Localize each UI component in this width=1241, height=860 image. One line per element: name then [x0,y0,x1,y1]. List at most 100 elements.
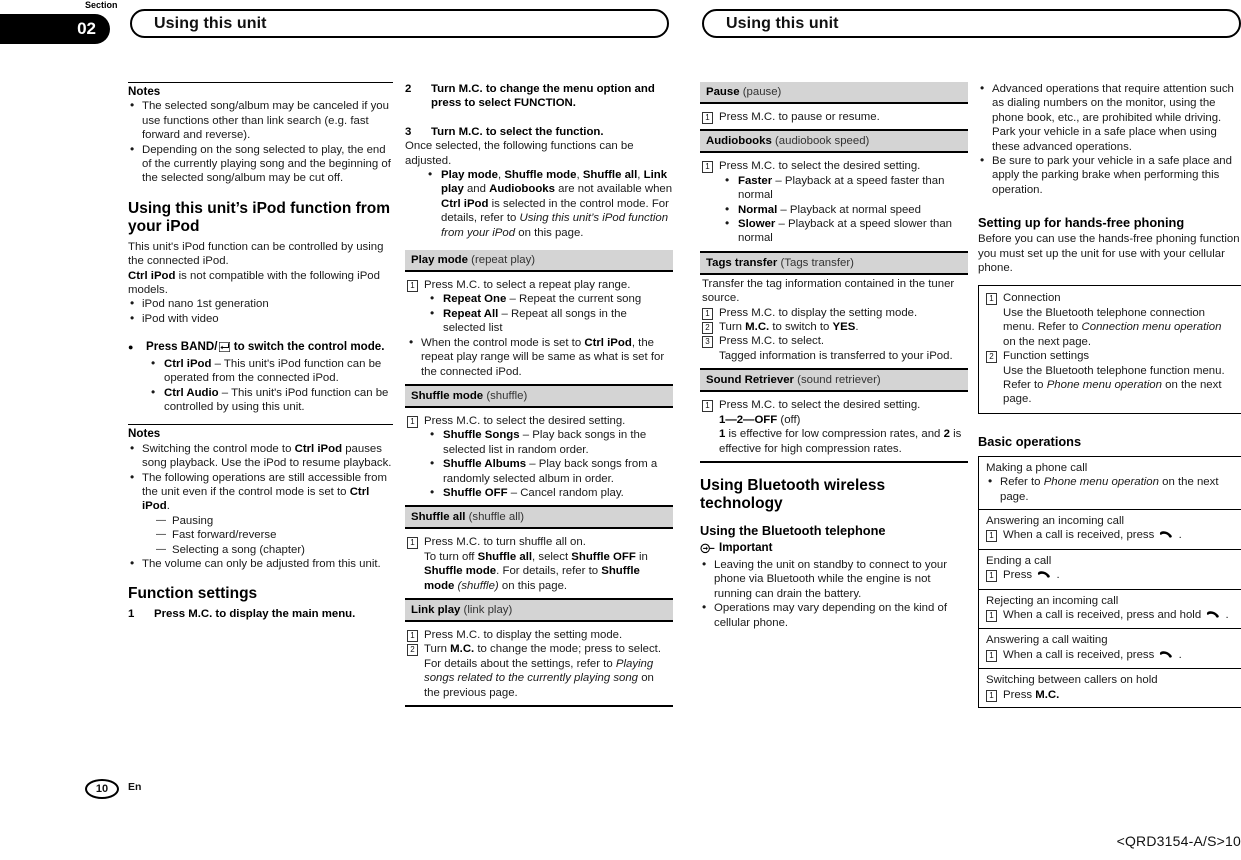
page-title-left: Using this unit [130,9,669,38]
function-param: (Tags transfer) [777,256,854,269]
function-header-shuffle-mode: Shuffle mode (shuffle) [405,385,673,408]
list-item: Pausing [156,514,393,529]
list-item: Repeat All – Repeat all songs in the sel… [429,306,671,336]
step-text: Press M.C. to display the setting mode. [719,306,918,319]
term: M.C. [745,321,770,334]
setup-intro: Before you can use the hands-free phonin… [978,233,1240,275]
phone-handset-icon [1159,649,1173,663]
shuffle-mode-options: Shuffle Songs – Play back songs in the s… [407,427,671,500]
step-text: Press M.C. to select the desired setting… [424,414,626,427]
manual-page: Section 02 Using this unit Using this un… [0,0,1241,860]
step-text: Press M.C. to select the desired setting… [719,160,921,173]
function-header-link-play: Link play (link play) [405,599,673,622]
ipod-intro-1: This unit's iPod function can be control… [128,240,384,268]
function-param: (shuffle all) [465,511,525,524]
list-item: Advanced operations that require attenti… [978,81,1241,154]
step-number-box: 2 [407,644,418,657]
list-item: Be sure to park your vehicle in a safe p… [978,153,1241,197]
phone-handset-icon [1159,529,1173,543]
notes-list-2: Switching the control mode to Ctrl iPod … [128,441,393,572]
row-list: Refer to Phone menu operation on the nex… [986,474,1236,504]
list-item: Shuffle Albums – Play back songs from a … [429,456,671,486]
step-number-box: 1 [986,293,997,306]
important-heading: Important [700,540,968,558]
list-item: Shuffle OFF – Cancel random play. [429,485,671,500]
step-number-box: 1 [986,689,997,702]
function-title: Sound Retriever [706,374,794,387]
setup-steps-box: 1 Connection Use the Bluetooth telephone c… [978,285,1241,414]
step-number: 3 [405,125,412,138]
list-item: Refer to Phone menu operation on the nex… [986,474,1236,504]
band-options-list: Ctrl iPod – This unit's iPod function ca… [128,356,393,415]
term: Shuffle mode [424,565,497,578]
term: Ctrl iPod [584,336,632,349]
term-ctrl-ipod: Ctrl iPod [128,269,176,282]
option-term: Ctrl iPod [164,357,212,370]
row-title: Answering a call waiting [986,634,1108,647]
term: M.C. [450,643,475,656]
page-number: 10 [85,779,119,799]
step-subtext: Tagged information is transferred to you… [719,349,953,362]
function-param: (link play) [460,603,513,616]
term: YES [832,321,856,334]
warning-list: Advanced operations that require attenti… [978,81,1241,197]
step-text: Press M.C. to select the desired setting… [719,399,921,412]
row-title: Rejecting an incoming call [986,594,1119,607]
term: Shuffle all [477,550,533,563]
function-body-pause: 1 Press M.C. to pause or resume. [700,104,968,132]
option-desc: – Playback at normal speed [777,203,921,216]
function-title: Shuffle all [411,511,466,524]
list-item: Play mode, Shuffle mode, Shuffle all, Li… [427,167,673,240]
setting-values-paren: (off) [777,413,801,426]
list-item: The selected song/album may be canceled … [128,98,393,142]
option-term: Shuffle Songs [443,429,520,442]
play-mode-options: Repeat One – Repeat the current song Rep… [407,291,671,336]
important-label: Important [719,540,773,554]
list-item: Selecting a song (chapter) [156,543,393,558]
step-item: 1 Press M.C. to select the desired settin… [702,159,966,174]
step-item: 1 Press . [986,568,1236,583]
heading-basic-operations: Basic operations [978,433,1082,449]
column-4: Advanced operations that require attenti… [978,81,1241,708]
step-number-box: 1 [702,400,713,413]
list-item: Depending on the song selected to play, … [128,142,393,186]
step-text: Press M.C. to pause or resume. [719,111,880,123]
step-number-box: 1 [407,415,418,428]
step-item: 2 Turn M.C. to change the mode; press to … [407,642,671,700]
column-2: 2 Turn M.C. to change the menu option and… [405,82,673,707]
list-item: Slower – Playback at a speed slower than… [724,216,966,246]
step-2: 2 Turn M.C. to change the menu option and… [405,82,673,111]
step-number-box: 2 [986,351,997,364]
function-header-shuffle-all: Shuffle all (shuffle all) [405,507,673,530]
step-text: Press M.C. to display the main menu. [154,608,356,621]
function-title: Pause [706,86,740,98]
cross-reference: Connection menu operation [1081,321,1222,334]
term: Shuffle OFF [571,550,636,563]
option-desc: – Cancel random play. [507,486,624,499]
function-body-audiobooks: 1 Press M.C. to select the desired settin… [700,153,968,253]
heading-function-settings: Function settings [128,585,258,603]
function-title: Shuffle mode [411,389,484,402]
step-number-box: 1 [407,629,418,642]
cross-reference: Phone menu operation [1043,476,1159,489]
function-param: (pause) [739,86,782,98]
function-param: (sound retriever) [793,374,881,387]
list-item: Ctrl Audio – This unit's iPod function c… [150,385,393,415]
phone-handset-icon [1037,569,1051,583]
step-item: 3 Press M.C. to select. Tagged information… [702,334,966,363]
cross-reference: (shuffle) [454,579,499,592]
return-arrow-icon [218,342,230,356]
table-row: Switching between callers on hold 1 Press… [979,669,1241,707]
press-band-text-a: Press BAND/ [146,340,218,354]
column-1: Notes The selected song/album may be can… [128,82,393,622]
sub-dash-list: Pausing Fast forward/reverse Selecting a… [142,514,393,558]
setup-step-1: 1 Connection Use the Bluetooth telephone c… [986,291,1236,349]
ipod-models-list: iPod nano 1st generation iPod with video [128,296,393,326]
step-item: 2 Turn M.C. to switch to YES. [702,320,966,335]
function-title: Tags transfer [706,256,778,269]
list-item: Leaving the unit on standby to connect t… [700,557,968,601]
tags-intro: Transfer the tag information contained i… [702,277,955,305]
function-body-link-play: 1 Press M.C. to display the setting mode.… [405,622,673,707]
list-item: Normal – Playback at normal speed [724,202,966,217]
function-header-pause: Pause (pause) [700,82,968,104]
